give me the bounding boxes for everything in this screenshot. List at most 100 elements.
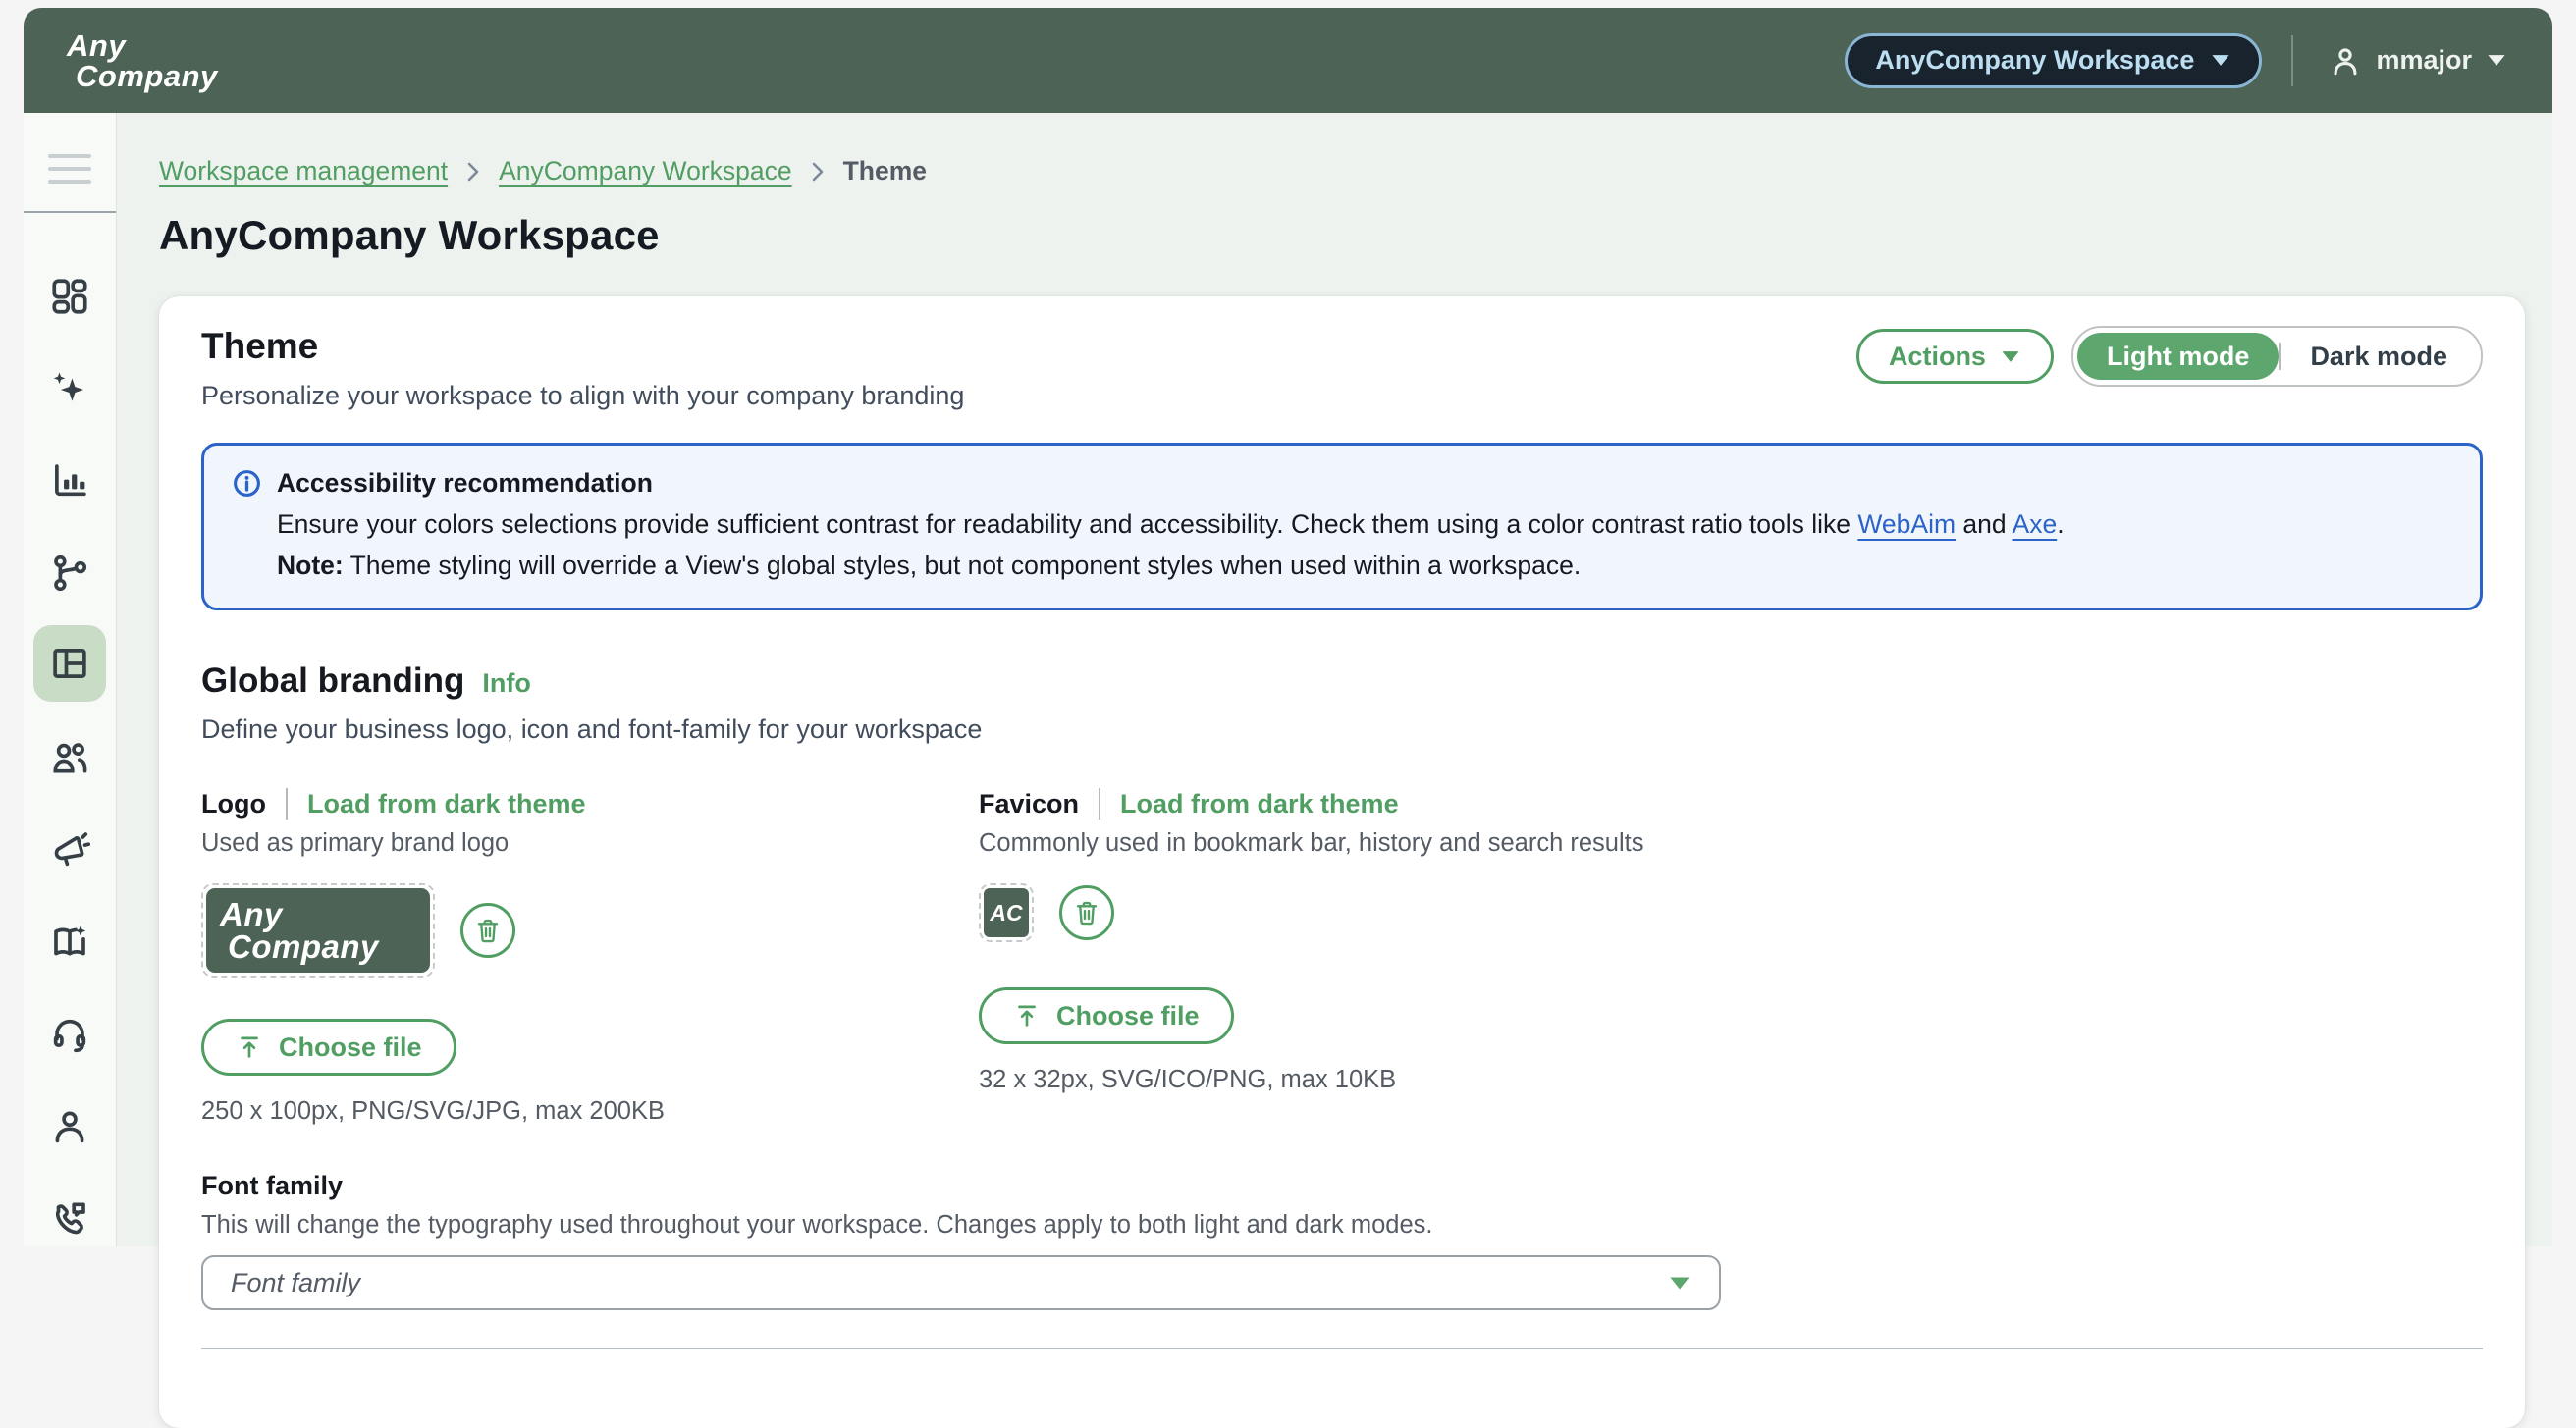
global-branding-info-link[interactable]: Info (482, 668, 530, 699)
favicon-description: Commonly used in bookmark bar, history a… (979, 829, 2483, 858)
theme-subtitle: Personalize your workspace to align with… (201, 381, 964, 411)
favicon-preview: AC (979, 883, 1034, 942)
bar-chart-icon (49, 460, 90, 502)
book-sparkle-icon (49, 922, 90, 963)
logo-line-1: Any (67, 30, 218, 61)
sidebar-item-support[interactable] (46, 1011, 93, 1058)
actions-label: Actions (1889, 342, 1986, 372)
global-branding-heading: Global branding (201, 661, 464, 701)
section-divider (201, 1348, 2483, 1349)
dark-mode-button[interactable]: Dark mode (2281, 333, 2477, 380)
logo-line-2: Company (67, 61, 218, 91)
sidebar-item-profile[interactable] (46, 1103, 93, 1150)
axe-link[interactable]: Axe (2012, 509, 2058, 539)
logo-load-from-dark-theme-link[interactable]: Load from dark theme (307, 789, 586, 820)
mode-toggle: Light mode Dark mode (2071, 326, 2483, 387)
user-menu-button[interactable]: mmajor (2323, 43, 2513, 79)
favicon-label: Favicon (979, 789, 1079, 820)
breadcrumb-link-workspace[interactable]: AnyCompany Workspace (499, 156, 792, 186)
logo-preview-line-2: Company (220, 930, 430, 963)
label-divider (1099, 788, 1100, 820)
user-name: mmajor (2376, 45, 2472, 76)
trash-icon (1072, 898, 1101, 927)
light-mode-button[interactable]: Light mode (2077, 333, 2279, 380)
label-divider (286, 788, 288, 820)
user-icon (2329, 44, 2362, 78)
sidebar (24, 113, 117, 1246)
favicon-section: Favicon Load from dark theme Commonly us… (979, 788, 2483, 1126)
banner-body-text: Ensure your colors selections provide su… (277, 509, 1857, 539)
chevron-down-icon (2486, 53, 2507, 68)
font-family-placeholder: Font family (231, 1268, 1668, 1298)
theme-heading: Theme (201, 326, 964, 367)
sidebar-item-analytics[interactable] (46, 457, 93, 504)
logo-choose-file-label: Choose file (279, 1032, 422, 1063)
info-icon (232, 468, 262, 499)
top-header: Any Company AnyCompany Workspace mmajor (24, 8, 2552, 113)
app-window: Any Company AnyCompany Workspace mmajor (24, 8, 2552, 1246)
banner-note-label: Note: (277, 551, 344, 580)
layout-icon (49, 643, 90, 684)
logo-label: Logo (201, 789, 266, 820)
workspace-selector-button[interactable]: AnyCompany Workspace (1845, 33, 2262, 88)
font-family-description: This will change the typography used thr… (201, 1211, 2483, 1240)
logo-section: Logo Load from dark theme Used as primar… (201, 788, 979, 1126)
breadcrumb: Workspace management AnyCompany Workspac… (159, 156, 2552, 186)
delete-favicon-button[interactable] (1059, 885, 1114, 940)
header-right: AnyCompany Workspace mmajor (1845, 33, 2513, 88)
banner-body-text: and (1956, 509, 2012, 539)
logo-description: Used as primary brand logo (201, 829, 979, 858)
banner-note-text: Theme styling will override a View's glo… (344, 551, 1582, 580)
sidebar-item-guide[interactable] (46, 919, 93, 966)
breadcrumb-separator-icon (463, 159, 483, 185)
sidebar-item-assistant[interactable] (46, 365, 93, 412)
global-branding-subtitle: Define your business logo, icon and font… (201, 714, 2483, 745)
megaphone-icon (49, 829, 90, 871)
logo-constraints: 250 x 100px, PNG/SVG/JPG, max 200KB (201, 1097, 979, 1126)
font-family-select[interactable]: Font family (201, 1255, 1721, 1310)
favicon-choose-file-button[interactable]: Choose file (979, 987, 1234, 1044)
breadcrumb-current: Theme (843, 156, 927, 186)
accessibility-banner: Accessibility recommendation Ensure your… (201, 443, 2483, 610)
phone-chat-icon (49, 1198, 90, 1240)
banner-note: Note: Theme styling will override a View… (277, 548, 2452, 584)
chevron-down-icon (2210, 53, 2231, 68)
sparkle-icon (49, 368, 90, 409)
font-family-label: Font family (201, 1171, 343, 1200)
headset-icon (49, 1014, 90, 1055)
main-content: Workspace management AnyCompany Workspac… (117, 113, 2552, 1246)
favicon-constraints: 32 x 32px, SVG/ICO/PNG, max 10KB (979, 1066, 2483, 1094)
sidebar-item-dashboard[interactable] (46, 273, 93, 320)
dashboard-grid-icon (49, 276, 90, 317)
delete-logo-button[interactable] (460, 903, 515, 958)
webaim-link[interactable]: WebAim (1857, 509, 1956, 539)
actions-button[interactable]: Actions (1856, 329, 2054, 384)
breadcrumb-link-workspace-management[interactable]: Workspace management (159, 156, 448, 186)
company-logo[interactable]: Any Company (67, 30, 218, 91)
breadcrumb-separator-icon (808, 159, 828, 185)
chevron-down-icon (1668, 1275, 1691, 1292)
favicon-choose-file-label: Choose file (1056, 1001, 1200, 1031)
logo-preview-line-1: Any (220, 898, 430, 930)
branch-icon (49, 553, 90, 594)
chevron-down-icon (2000, 349, 2021, 364)
workspace-selector-label: AnyCompany Workspace (1875, 45, 2194, 76)
sidebar-item-users[interactable] (46, 734, 93, 781)
logo-preview: Any Company (201, 883, 435, 978)
sidebar-item-layout[interactable] (33, 625, 106, 702)
sidebar-item-announcements[interactable] (46, 826, 93, 873)
trash-icon (473, 916, 503, 945)
favicon-load-from-dark-theme-link[interactable]: Load from dark theme (1120, 789, 1399, 820)
page-title: AnyCompany Workspace (159, 212, 2552, 259)
person-icon (49, 1106, 90, 1147)
banner-body: Ensure your colors selections provide su… (277, 506, 2452, 543)
favicon-preview-text: AC (990, 900, 1022, 926)
menu-toggle-button[interactable] (48, 154, 91, 184)
upload-icon (236, 1033, 263, 1061)
header-divider (2291, 35, 2293, 86)
sidebar-item-contact[interactable] (46, 1195, 93, 1243)
theme-card: Theme Personalize your workspace to alig… (159, 296, 2525, 1428)
sidebar-item-flows[interactable] (46, 550, 93, 597)
users-icon (49, 737, 90, 778)
logo-choose-file-button[interactable]: Choose file (201, 1019, 456, 1076)
